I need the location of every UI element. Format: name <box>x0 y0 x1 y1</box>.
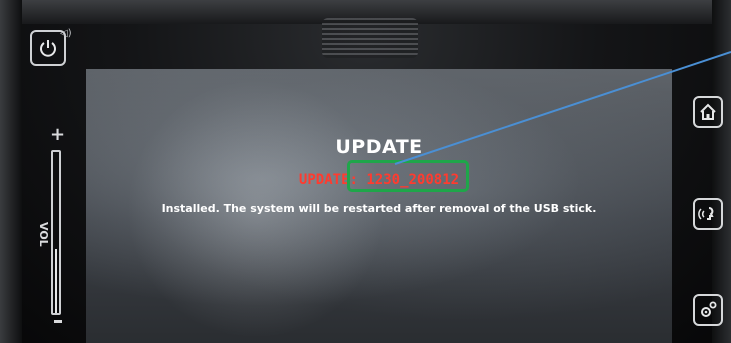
volume-level-fill <box>55 249 57 313</box>
home-icon <box>700 103 716 120</box>
status-message: Installed. The system will be restarted … <box>161 202 597 215</box>
settings-icon <box>701 301 717 317</box>
touch-screen[interactable]: UPDATE UPDATE: 1230_200812 Installed. Th… <box>86 69 672 343</box>
page-title: UPDATE <box>335 136 423 158</box>
air-vent <box>322 18 418 58</box>
volume-label: VOL <box>37 222 50 247</box>
volume-down-button[interactable] <box>54 320 62 323</box>
volume-slider[interactable] <box>51 150 61 315</box>
power-icon <box>40 40 56 57</box>
version-highlight-box <box>347 160 469 192</box>
mute-icon: ◁) <box>60 28 72 39</box>
volume-up-button[interactable]: + <box>50 124 65 145</box>
voice-command-button[interactable] <box>693 198 723 230</box>
bezel-right-edge <box>712 0 731 343</box>
bezel-left-edge <box>0 0 22 343</box>
settings-button[interactable] <box>693 294 723 326</box>
voice-icon <box>698 207 714 220</box>
home-button[interactable] <box>693 96 723 128</box>
